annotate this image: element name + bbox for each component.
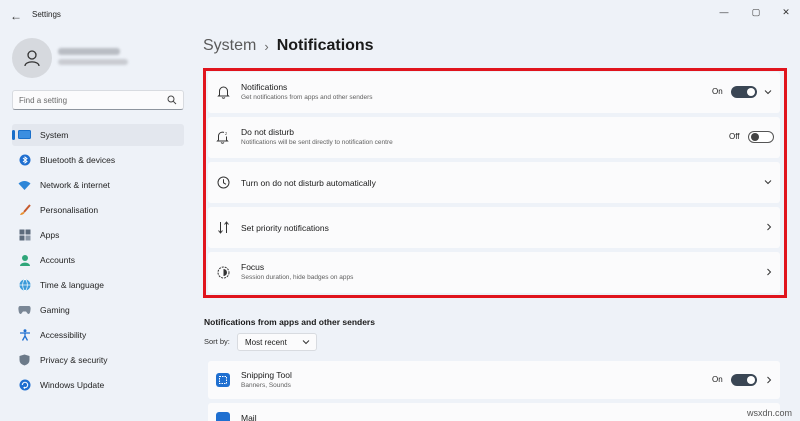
app-row-mail[interactable]: Mail bbox=[208, 403, 780, 421]
maximize-icon: ▢ bbox=[751, 6, 761, 17]
minimize-icon: — bbox=[719, 7, 729, 17]
chevron-down-icon bbox=[302, 340, 310, 345]
close-button[interactable]: ✕ bbox=[774, 4, 798, 20]
sort-dropdown[interactable]: Most recent bbox=[237, 333, 317, 351]
app-row-snipping-tool[interactable]: Snipping Tool Banners, Sounds On bbox=[208, 361, 780, 399]
breadcrumb-parent[interactable]: System bbox=[203, 37, 256, 55]
snipping-tool-icon bbox=[216, 373, 230, 387]
app-name: Mail bbox=[241, 413, 257, 421]
back-button[interactable]: ← bbox=[8, 8, 24, 24]
mail-icon bbox=[216, 412, 230, 421]
sidebar-item-label: Accounts bbox=[40, 255, 75, 265]
sidebar-item-bluetooth[interactable]: Bluetooth & devices bbox=[12, 149, 184, 171]
sidebar-item-label: Network & internet bbox=[40, 180, 110, 190]
sidebar-item-network[interactable]: Network & internet bbox=[12, 174, 184, 196]
chevron-right-icon[interactable] bbox=[764, 375, 774, 385]
accounts-icon bbox=[18, 254, 31, 267]
sidebar-item-label: Accessibility bbox=[40, 330, 87, 340]
sidebar-item-label: Gaming bbox=[40, 305, 70, 315]
sidebar-item-label: Bluetooth & devices bbox=[40, 155, 116, 165]
close-icon: ✕ bbox=[782, 6, 790, 17]
highlight-annotation-box bbox=[203, 68, 787, 298]
sidebar-item-apps[interactable]: Apps bbox=[12, 224, 184, 246]
snipping-tool-toggle[interactable] bbox=[731, 374, 757, 386]
app-name: Snipping Tool bbox=[241, 370, 292, 380]
user-icon bbox=[24, 50, 40, 67]
search-input[interactable] bbox=[19, 95, 167, 105]
section-title: Notifications from apps and other sender… bbox=[204, 317, 375, 327]
brush-icon bbox=[18, 204, 31, 217]
system-icon bbox=[18, 129, 31, 142]
sidebar-item-windows-update[interactable]: Windows Update bbox=[12, 374, 184, 396]
sidebar-item-label: Apps bbox=[40, 230, 60, 240]
sidebar-item-system[interactable]: System bbox=[12, 124, 184, 146]
sidebar-item-label: Personalisation bbox=[40, 205, 99, 215]
profile-email-blurred bbox=[58, 59, 128, 65]
sidebar-item-gaming[interactable]: Gaming bbox=[12, 299, 184, 321]
bluetooth-icon bbox=[18, 154, 31, 167]
sidebar-item-privacy[interactable]: Privacy & security bbox=[12, 349, 184, 371]
shield-icon bbox=[18, 354, 31, 367]
sidebar-item-label: Time & language bbox=[40, 280, 104, 290]
accessibility-icon bbox=[18, 329, 31, 342]
sort-label: Sort by: bbox=[204, 337, 230, 346]
search-icon[interactable] bbox=[167, 95, 177, 105]
apps-icon bbox=[18, 229, 31, 242]
maximize-button[interactable]: ▢ bbox=[744, 4, 768, 20]
update-icon bbox=[18, 379, 31, 392]
network-icon bbox=[18, 179, 31, 192]
sidebar-item-label: Windows Update bbox=[40, 380, 105, 390]
sidebar-item-accessibility[interactable]: Accessibility bbox=[12, 324, 184, 346]
toggle-state-label: On bbox=[712, 375, 723, 384]
search-box[interactable] bbox=[12, 90, 184, 110]
gaming-icon bbox=[18, 304, 31, 317]
watermark: wsxdn.com bbox=[746, 408, 792, 418]
sidebar-item-label: System bbox=[40, 130, 69, 140]
profile-name-blurred bbox=[58, 48, 120, 55]
breadcrumb-separator: › bbox=[264, 38, 269, 54]
app-subtitle: Banners, Sounds bbox=[241, 382, 291, 389]
sidebar-item-label: Privacy & security bbox=[40, 355, 108, 365]
sidebar-item-time-language[interactable]: Time & language bbox=[12, 274, 184, 296]
sidebar-item-personalisation[interactable]: Personalisation bbox=[12, 199, 184, 221]
minimize-button[interactable]: — bbox=[712, 4, 736, 20]
sidebar-item-accounts[interactable]: Accounts bbox=[12, 249, 184, 271]
app-title: Settings bbox=[32, 10, 61, 19]
toggle-knob bbox=[747, 376, 755, 384]
breadcrumb: System › Notifications bbox=[203, 37, 374, 55]
page-title: Notifications bbox=[276, 37, 374, 54]
sidebar-nav: System Bluetooth & devices Network & int… bbox=[12, 124, 184, 399]
avatar[interactable] bbox=[12, 38, 52, 78]
globe-icon bbox=[18, 279, 31, 292]
title-bar: ← Settings — ▢ ✕ bbox=[0, 0, 800, 32]
back-arrow-icon: ← bbox=[10, 9, 22, 23]
sort-value: Most recent bbox=[245, 337, 287, 347]
